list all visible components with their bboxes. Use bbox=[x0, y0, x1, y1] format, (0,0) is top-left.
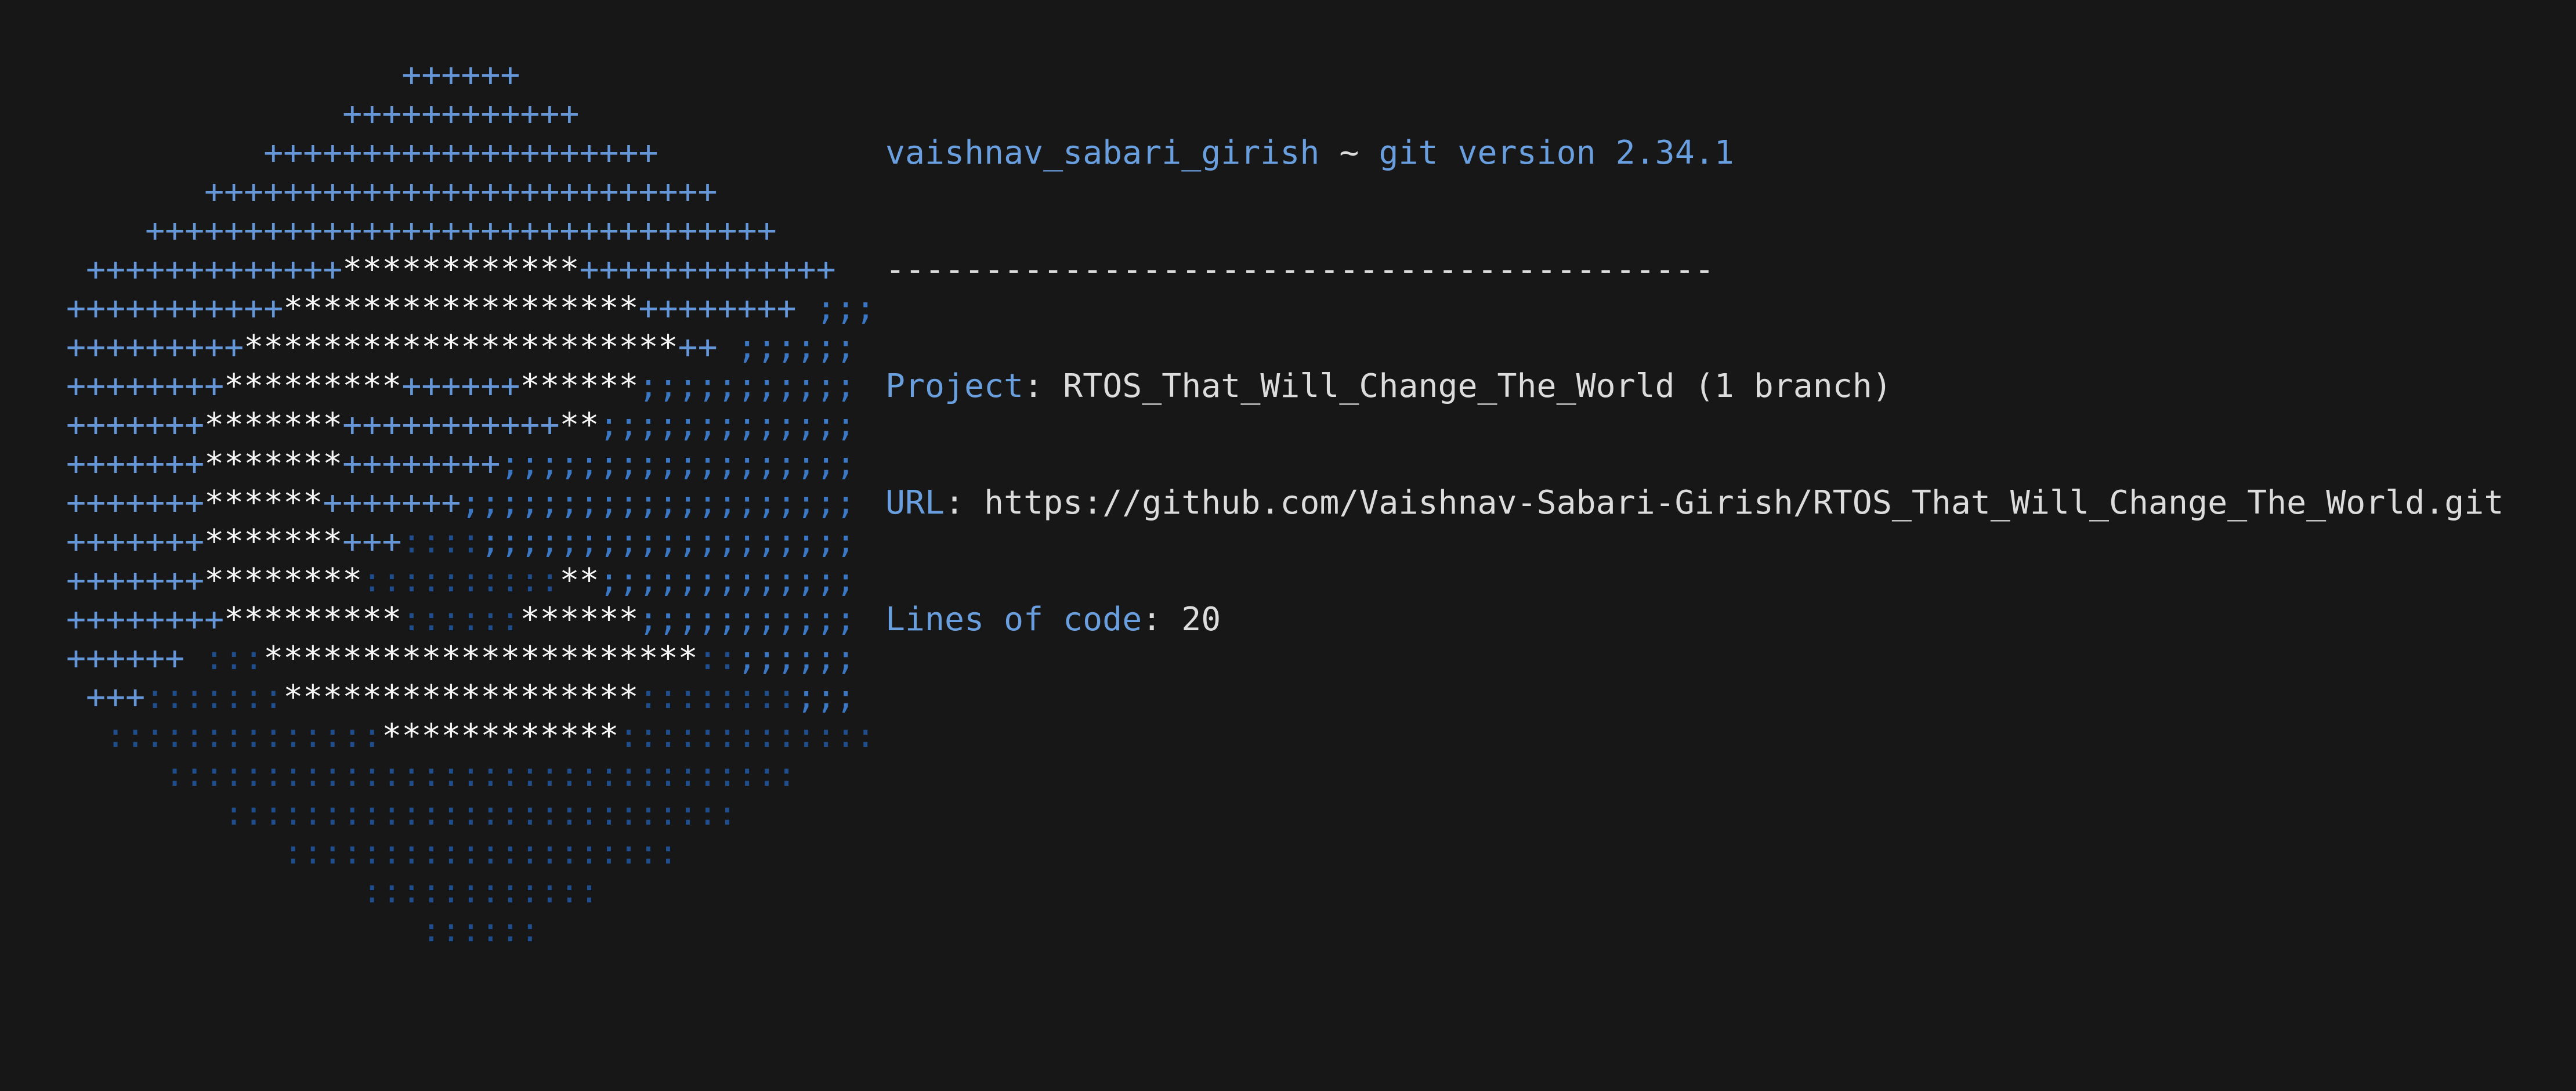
logo-line: ++++++++++++ bbox=[342, 95, 580, 133]
logo-line: +++++++******+++++++;;;;;;;;;;;;;;;;;;;; bbox=[66, 484, 856, 522]
tilde-separator: ~ bbox=[1339, 134, 1359, 172]
logo-line: ::::::::::::::************::::::::::::: bbox=[106, 717, 875, 755]
user-name: vaishnav_sabari_girish bbox=[885, 134, 1320, 172]
logo-line: ++++++++*********::::::******;;;;;;;;;;; bbox=[66, 601, 856, 638]
logo-line: :::::::::::: bbox=[362, 873, 599, 911]
divider-line: ----------------------------------------… bbox=[885, 251, 1714, 288]
logo-line: ++++++++++++++++++++++++++ bbox=[204, 173, 718, 211]
logo-line: ++++++ :::**********************::;;;;;; bbox=[66, 640, 856, 677]
project-colon: : bbox=[1023, 367, 1063, 405]
logo-line: ++++++++*********++++++******;;;;;;;;;;; bbox=[66, 367, 856, 405]
logo-line: +++++++++**********************++ ;;;;;; bbox=[66, 328, 856, 366]
url-colon: : bbox=[945, 484, 985, 522]
logo-line: :::::::::::::::::::::::::::::::: bbox=[165, 756, 797, 794]
loc-row: Lines of code: 20 bbox=[885, 600, 2503, 639]
project-value: RTOS_That_Will_Change_The_World (1 branc… bbox=[1063, 367, 1892, 405]
loc-value: 20 bbox=[1181, 601, 1221, 638]
logo-line: ++++++++++++++++++++++++++++++++ bbox=[145, 212, 777, 250]
logo-line: +++++++++++******************++++++++ ;;… bbox=[66, 290, 875, 327]
logo-line: +++:::::::******************::::::::;;; bbox=[86, 678, 856, 716]
logo-line: :::::::::::::::::::::::::: bbox=[224, 795, 737, 833]
url-value[interactable]: https://github.com/Vaishnav-Sabari-Giris… bbox=[984, 484, 2503, 522]
loc-label: Lines of code bbox=[885, 601, 1142, 638]
logo-line: +++++++********::::::::::**;;;;;;;;;;;;; bbox=[66, 562, 856, 599]
logo-line: +++++++*******+++::::;;;;;;;;;;;;;;;;;;; bbox=[66, 523, 856, 561]
project-label: Project bbox=[885, 367, 1024, 405]
header-line: vaishnav_sabari_girish ~ git version 2.3… bbox=[885, 133, 2503, 172]
repo-info-panel: vaishnav_sabari_girish ~ git version 2.3… bbox=[885, 56, 2503, 678]
logo-line: +++++++++++++************+++++++++++++ bbox=[86, 251, 836, 288]
loc-colon: : bbox=[1142, 601, 1182, 638]
url-row: URL: https://github.com/Vaishnav-Sabari-… bbox=[885, 483, 2503, 522]
logo-line: ++++++ bbox=[401, 56, 520, 94]
git-version: git version 2.34.1 bbox=[1379, 134, 1734, 172]
logo-line: :::::::::::::::::::: bbox=[283, 834, 678, 872]
url-label: URL bbox=[885, 484, 945, 522]
project-row: Project: RTOS_That_Will_Change_The_World… bbox=[885, 367, 2503, 406]
logo-line: +++++++*******++++++++;;;;;;;;;;;;;;;;;; bbox=[66, 445, 856, 483]
ascii-art-logo: ++++++ ++++++++++++ ++++++++++++++++++++… bbox=[46, 56, 875, 950]
logo-line: +++++++*******+++++++++++**;;;;;;;;;;;;; bbox=[66, 406, 856, 444]
logo-line: :::::: bbox=[421, 912, 540, 949]
logo-line: ++++++++++++++++++++ bbox=[263, 134, 659, 172]
